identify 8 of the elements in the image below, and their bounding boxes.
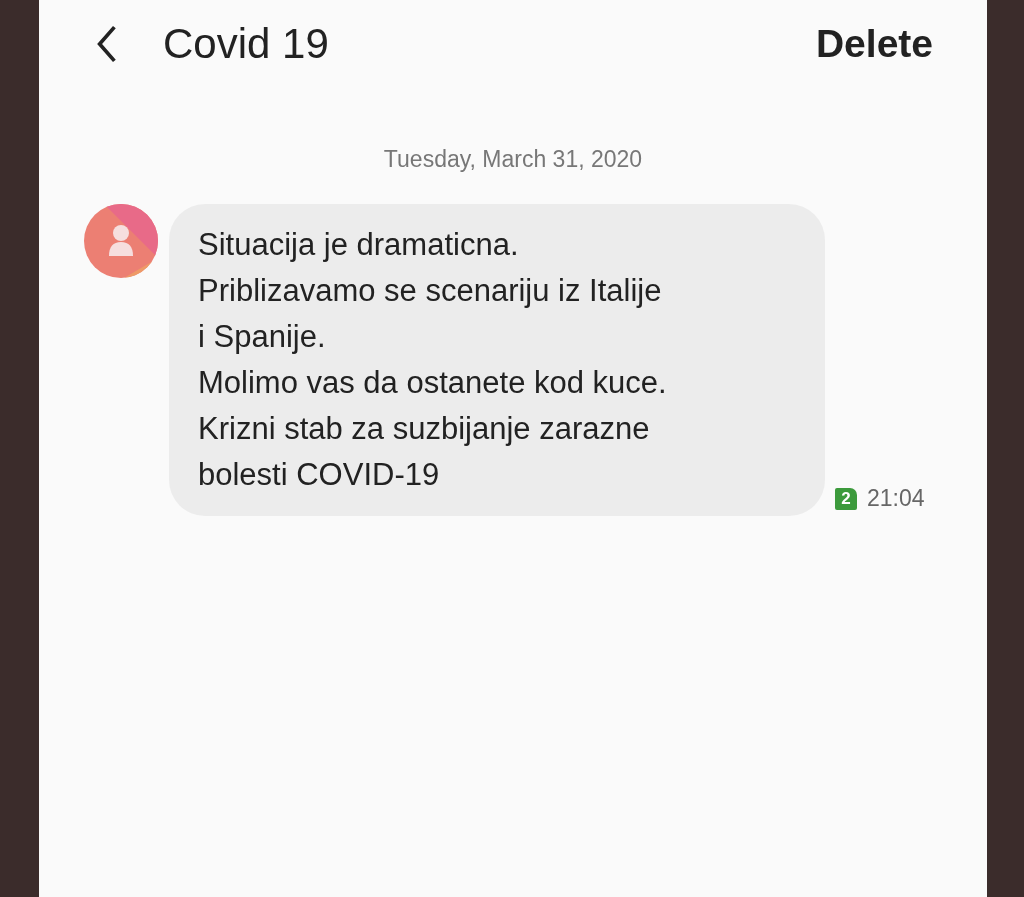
back-button[interactable] <box>95 25 119 63</box>
back-icon <box>95 25 119 63</box>
sim-badge: 2 <box>835 487 857 510</box>
conversation-title: Covid 19 <box>163 20 330 68</box>
date-label: Tuesday, March 31, 2020 <box>382 146 644 173</box>
message-text: Situacija je dramaticna. Priblizavamo se scenariju iz Italije i Spanije. Molimo vas da ostanete kod kuce. Krizni stab za suzbijanje zarazne bolesti COVID-19 <box>169 204 825 516</box>
message-time: 21:04 <box>867 485 925 512</box>
delete-button[interactable]: Delete <box>815 22 933 66</box>
